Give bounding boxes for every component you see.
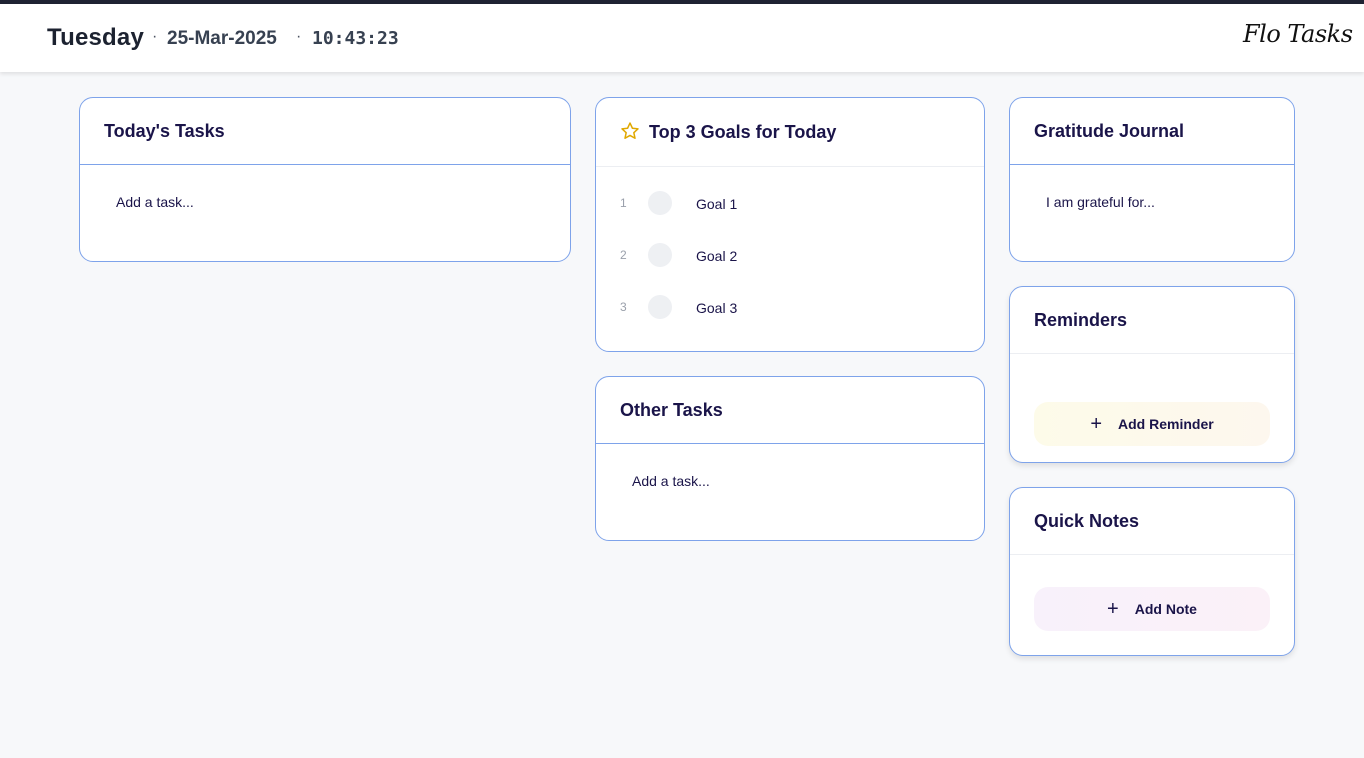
todays-tasks-title: Today's Tasks [104, 121, 225, 141]
card-divider [1010, 554, 1294, 555]
app-logo[interactable]: Flo Tasks [1243, 20, 1353, 48]
goal-checkbox[interactable] [648, 191, 672, 215]
other-task-input[interactable]: Add a task... [632, 473, 710, 489]
day-of-week: Tuesday [47, 24, 144, 51]
gratitude-journal-card: Gratitude Journal I am grateful for... [1009, 97, 1295, 262]
top-goals-title: Top 3 Goals for Today [649, 122, 837, 142]
goal-checkbox[interactable] [648, 243, 672, 267]
goal-input[interactable]: Goal 1 [696, 196, 737, 212]
header-separator: · [152, 28, 158, 45]
top-goals-card: Top 3 Goals for Today 1 Goal 1 2 Goal 2 … [595, 97, 985, 352]
plus-icon: + [1107, 598, 1119, 620]
gratitude-journal-title: Gratitude Journal [1034, 121, 1185, 141]
quick-notes-title: Quick Notes [1034, 511, 1140, 531]
card-divider [596, 166, 984, 167]
add-reminder-button[interactable]: + Add Reminder [1034, 402, 1270, 446]
add-reminder-label: Add Reminder [1118, 416, 1214, 432]
add-note-label: Add Note [1134, 601, 1197, 617]
app-header: Tuesday · 25-Mar-2025 · 10:43:23 Flo Tas… [0, 4, 1364, 72]
plus-icon: + [1090, 413, 1102, 435]
goal-number: 3 [620, 300, 627, 314]
current-date: 25-Mar-2025 [167, 28, 277, 49]
card-divider [1010, 164, 1294, 165]
add-note-button[interactable]: + Add Note [1034, 587, 1270, 631]
card-divider [1010, 353, 1294, 354]
other-tasks-card: Other Tasks Add a task... [595, 376, 985, 541]
other-tasks-title: Other Tasks [620, 400, 723, 420]
todays-tasks-card: Today's Tasks Add a task... [79, 97, 571, 262]
todays-task-input[interactable]: Add a task... [116, 194, 194, 210]
header-separator: · [296, 28, 302, 45]
card-divider [596, 443, 984, 444]
quick-notes-card: Quick Notes + Add Note [1009, 487, 1295, 656]
goal-checkbox[interactable] [648, 295, 672, 319]
goal-input[interactable]: Goal 3 [696, 300, 737, 316]
gratitude-input[interactable]: I am grateful for... [1046, 194, 1155, 210]
star-icon [620, 121, 640, 141]
card-divider [80, 164, 570, 165]
goal-number: 1 [620, 196, 627, 210]
reminders-card: Reminders + Add Reminder [1009, 286, 1295, 463]
reminders-title: Reminders [1034, 310, 1128, 330]
goal-input[interactable]: Goal 2 [696, 248, 737, 264]
goal-number: 2 [620, 248, 627, 262]
current-time: 10:43:23 [312, 28, 399, 49]
